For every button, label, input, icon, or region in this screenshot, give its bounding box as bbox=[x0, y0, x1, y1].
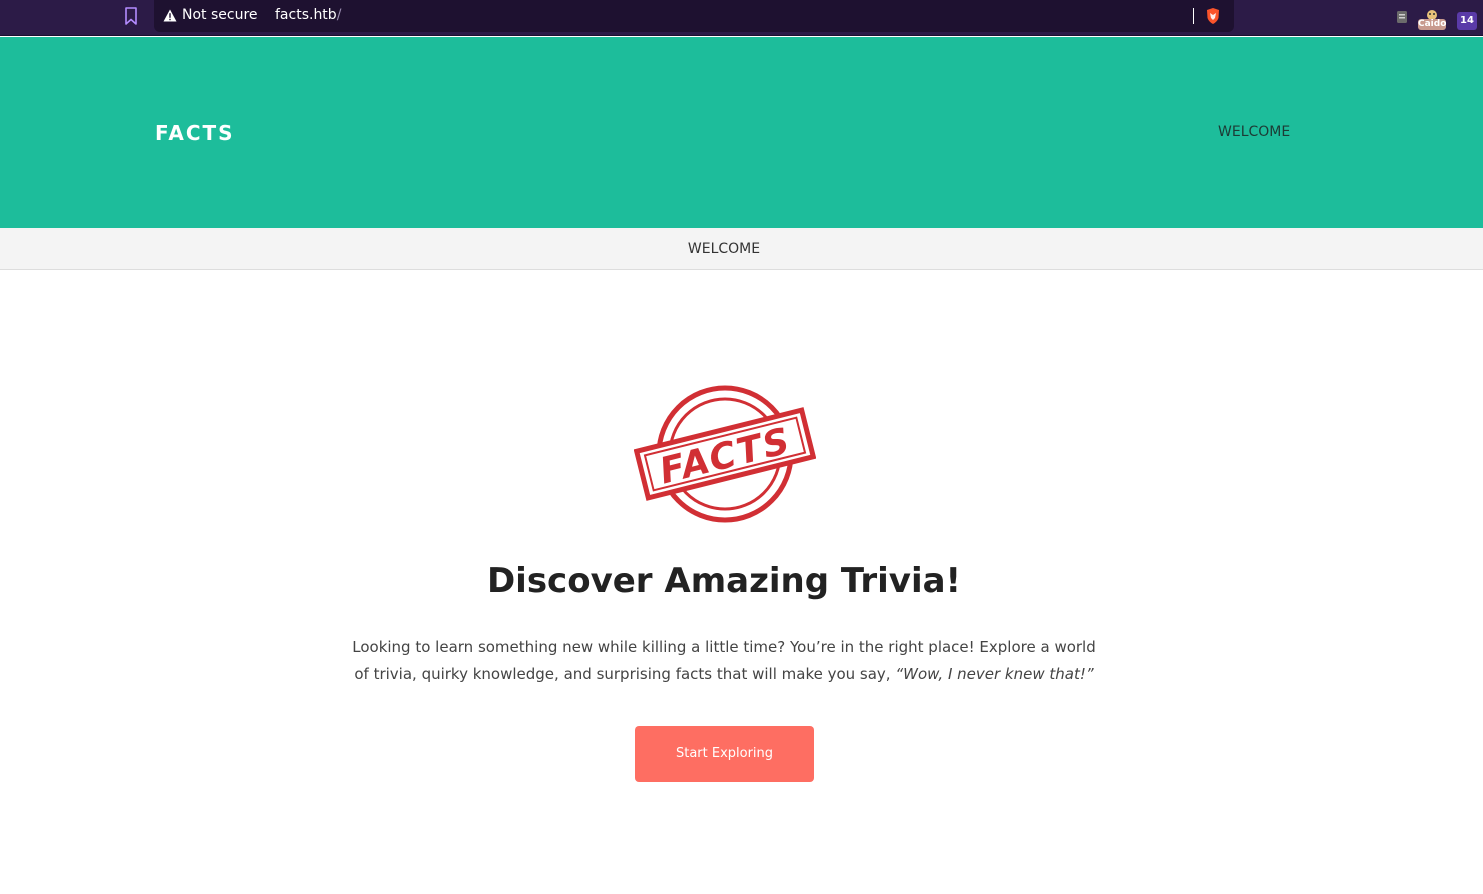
nav-welcome-link[interactable]: WELCOME bbox=[1218, 124, 1290, 140]
extension-icon[interactable] bbox=[1396, 10, 1408, 24]
url-path: / bbox=[336, 7, 342, 23]
facts-stamp-logo: FACTS bbox=[634, 385, 816, 523]
caido-label: Caido bbox=[1418, 19, 1447, 30]
browser-toolbar: Not secure facts.htb/ Caido 14 bbox=[0, 0, 1483, 36]
secondary-nav: WELCOME bbox=[0, 228, 1483, 270]
subnav-welcome-link[interactable]: WELCOME bbox=[0, 241, 1448, 257]
caido-extension-icon[interactable]: Caido bbox=[1418, 8, 1446, 30]
extension-badge[interactable]: 14 bbox=[1457, 12, 1477, 30]
url-host: facts.htb bbox=[275, 7, 337, 23]
url-text[interactable]: facts.htb/ bbox=[275, 7, 341, 23]
hero-description: Looking to learn something new while kil… bbox=[344, 634, 1104, 688]
warning-icon[interactable] bbox=[163, 9, 177, 22]
start-exploring-button[interactable]: Start Exploring bbox=[635, 726, 814, 782]
hero-title: Discover Amazing Trivia! bbox=[486, 561, 962, 601]
hero-quote: “Wow, I never knew that!” bbox=[895, 665, 1094, 683]
security-status[interactable]: Not secure bbox=[182, 7, 258, 23]
address-bar[interactable]: Not secure facts.htb/ bbox=[154, 0, 1234, 32]
site-logo-link[interactable]: FACTS bbox=[155, 121, 235, 145]
bookmark-icon[interactable] bbox=[121, 6, 141, 26]
site-header: FACTS WELCOME bbox=[0, 37, 1483, 228]
text-cursor bbox=[1193, 8, 1194, 24]
brave-shield-icon[interactable] bbox=[1204, 7, 1222, 25]
